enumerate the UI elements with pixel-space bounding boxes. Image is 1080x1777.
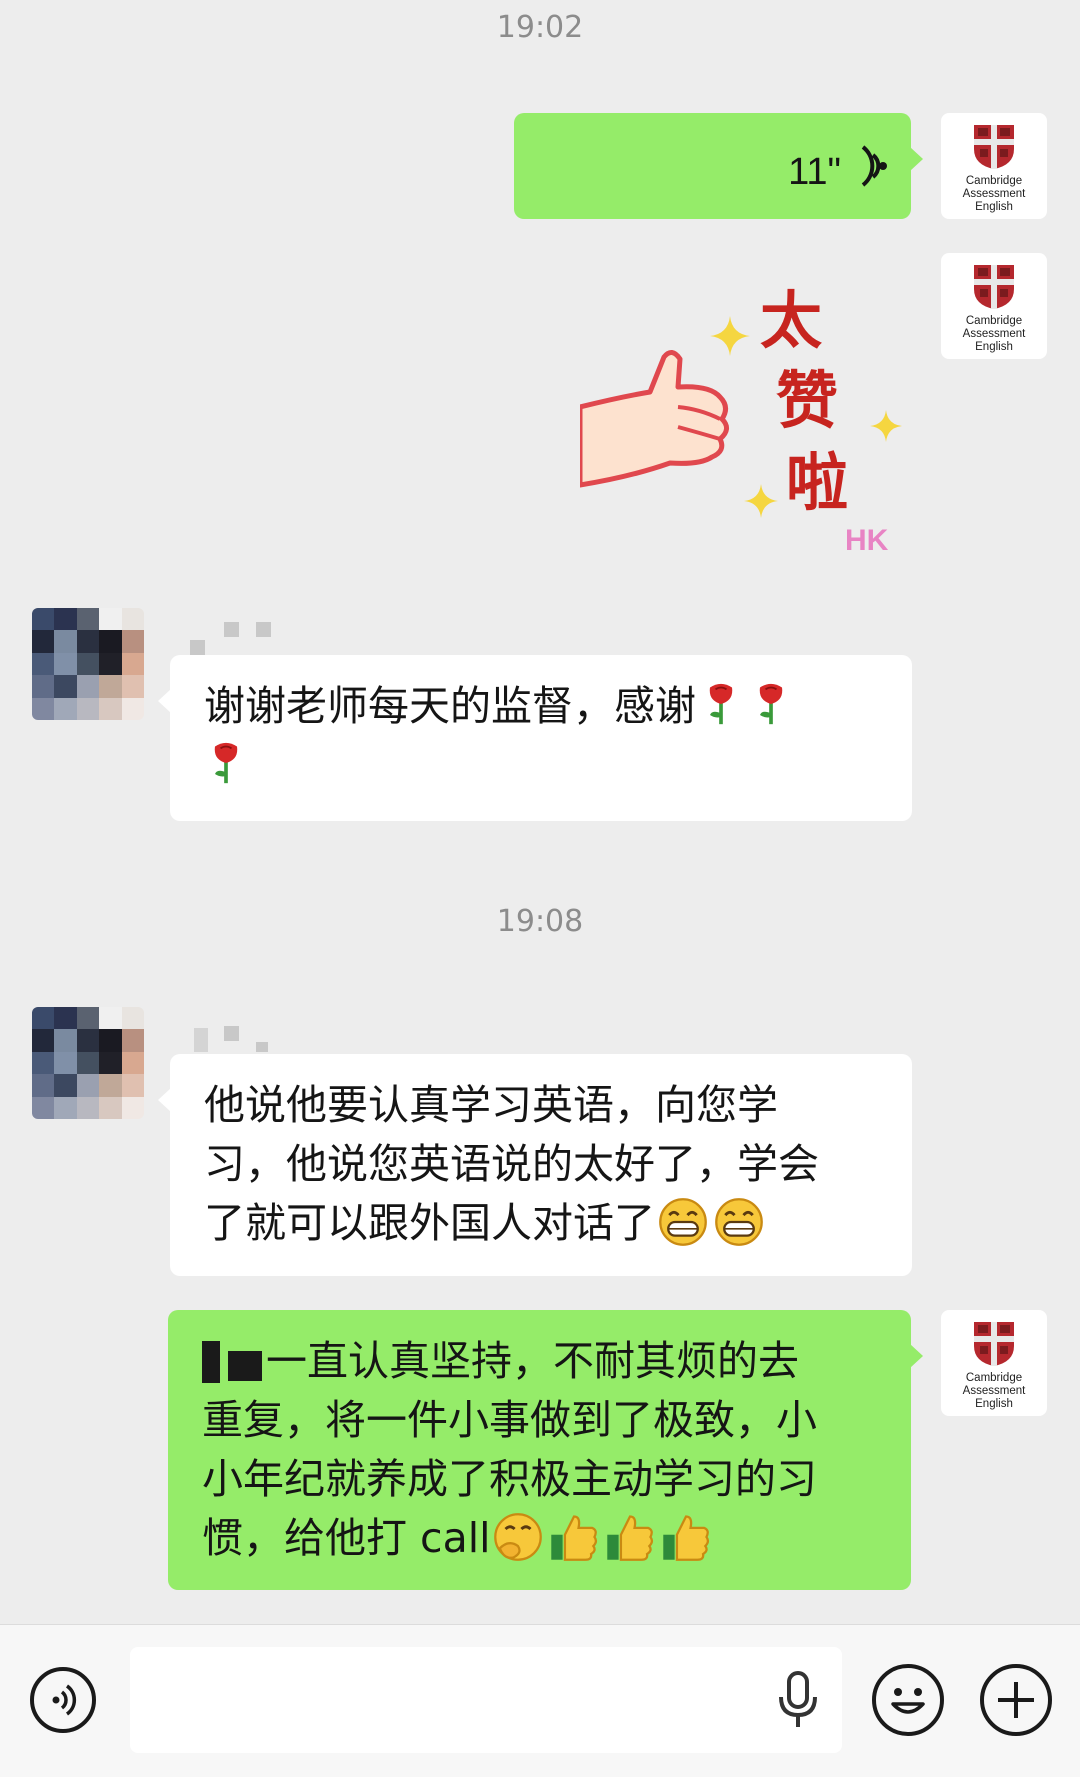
message-text: 惯，给他打 call: [202, 1514, 491, 1562]
avatar-text: Cambridge: [965, 174, 1023, 187]
avatar-text: English: [975, 340, 1013, 353]
smiley-icon: [891, 1688, 925, 1714]
sticker-brand: HK: [845, 524, 889, 557]
sparkle-icon: [744, 484, 778, 518]
sender-name-blurred: [190, 1022, 300, 1052]
message-bubble[interactable]: 一直认真坚持，不耐其烦的去 重复，将一件小事做到了极致，小 小年纪就养成了积极主…: [168, 1310, 923, 1590]
avatar-text: Cambridge: [965, 1371, 1023, 1384]
emoji-button[interactable]: [872, 1664, 944, 1736]
grin-emoji-icon: [715, 1198, 763, 1246]
rose-icon: [214, 742, 238, 784]
cambridge-shield-icon: [974, 124, 1014, 169]
avatar-other[interactable]: [32, 608, 144, 720]
cambridge-shield-icon: [974, 1321, 1014, 1366]
sender-name-blurred: [190, 622, 300, 655]
message-text: 谢谢老师每天的监督，感谢: [204, 682, 696, 730]
rose-icon: [709, 683, 733, 725]
message-bubble[interactable]: 谢谢老师每天的监督，感谢: [158, 655, 912, 821]
message-input[interactable]: [130, 1647, 842, 1753]
voice-input-icon: [52, 1684, 77, 1716]
voice-wave-icon: [861, 145, 887, 187]
avatar-text: Assessment: [962, 327, 1026, 340]
redacted-name: [202, 1341, 220, 1383]
plus-icon: [998, 1682, 1034, 1718]
avatar-text: English: [975, 200, 1013, 213]
avatar-me[interactable]: Cambridge Assessment English: [941, 253, 1047, 359]
chat-input-bar: [0, 1624, 1080, 1777]
avatar-text: Cambridge: [965, 314, 1023, 327]
avatar-other[interactable]: [32, 1007, 144, 1119]
sparkle-icon: [870, 410, 902, 442]
message-text: 一直认真坚持，不耐其烦的去: [266, 1337, 799, 1385]
rose-icon: [759, 683, 783, 725]
avatar-me[interactable]: Cambridge Assessment English: [941, 113, 1047, 219]
thumbs-up-icon: [663, 1515, 710, 1561]
message-text: 习，他说您英语说的太好了，学会: [204, 1140, 819, 1188]
grin-emoji-icon: [659, 1198, 707, 1246]
sticker-text: 赞: [776, 364, 839, 437]
thumbs-up-icon: [551, 1515, 598, 1561]
sticker-text: 太: [760, 284, 823, 357]
message-text: 重复，将一件小事做到了极致，小: [202, 1396, 817, 1444]
sparkle-icon: [710, 316, 750, 356]
avatar-text: Assessment: [962, 187, 1026, 200]
message-text: 小年纪就养成了积极主动学习的习: [202, 1455, 817, 1503]
timestamp: 19:08: [496, 904, 584, 939]
avatar-text: English: [975, 1397, 1013, 1410]
avatar-me[interactable]: Cambridge Assessment English: [941, 1310, 1047, 1416]
redacted-name: [228, 1351, 262, 1381]
thumbs-up-icon: [607, 1515, 654, 1561]
message-text: 他说他要认真学习英语，向您学: [204, 1081, 778, 1129]
more-button[interactable]: [980, 1664, 1052, 1736]
avatar-text: Assessment: [962, 1384, 1026, 1397]
voice-duration: 11": [788, 151, 841, 193]
voice-input-button[interactable]: [30, 1667, 96, 1733]
message-bubble[interactable]: 他说他要认真学习英语，向您学 习，他说您英语说的太好了，学会 了就可以跟外国人对…: [158, 1054, 912, 1276]
microphone-icon[interactable]: [776, 1671, 820, 1731]
timestamp: 19:02: [496, 10, 584, 45]
sticker-text: 啦: [786, 446, 849, 519]
thinking-emoji-icon: [494, 1513, 543, 1561]
thumbs-up-arm-icon: [580, 350, 729, 488]
sticker[interactable]: 太 赞 啦 HK: [580, 262, 910, 572]
message-text: 了就可以跟外国人对话了: [204, 1199, 655, 1247]
cambridge-shield-icon: [974, 264, 1014, 309]
voice-message-bubble[interactable]: 11": [514, 113, 923, 219]
